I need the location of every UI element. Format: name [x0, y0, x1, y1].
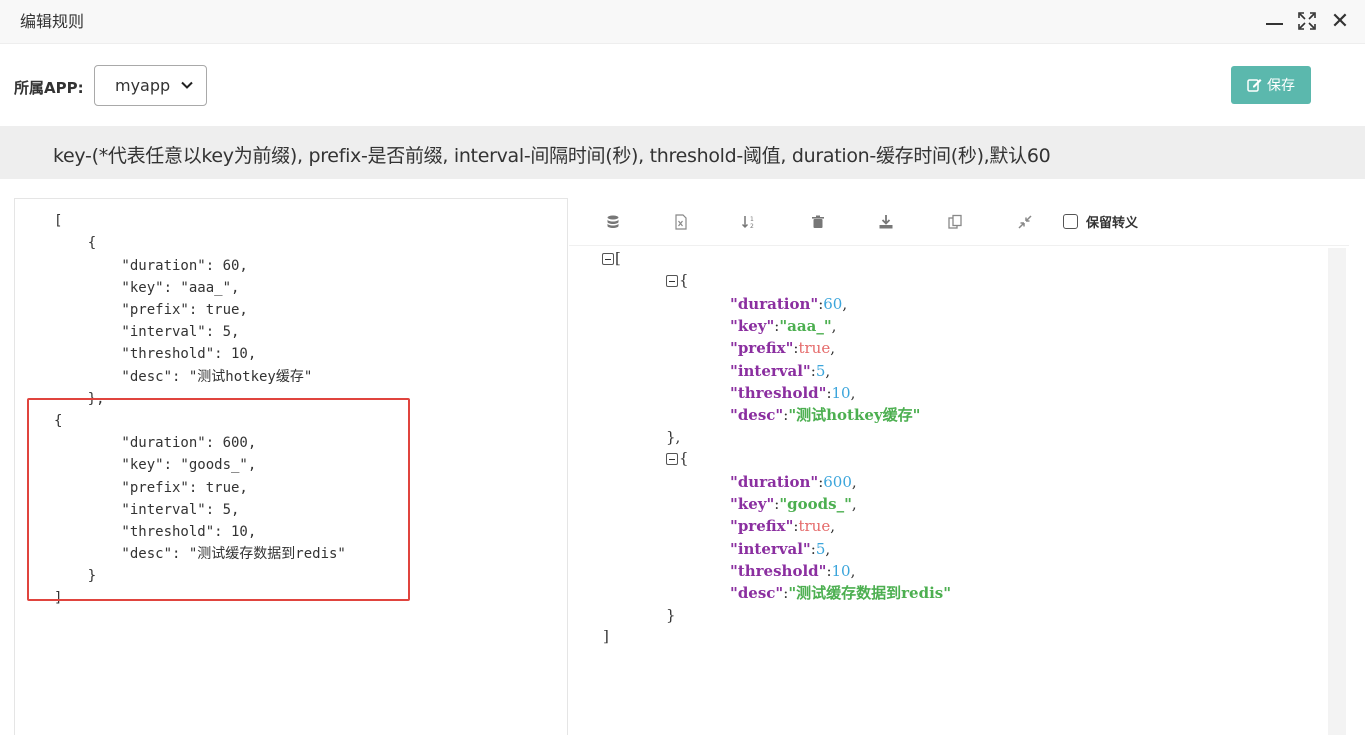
json-value: "测试缓存数据到redis" [788, 584, 952, 602]
json-value: 10 [831, 383, 851, 402]
download-icon[interactable] [878, 214, 894, 230]
json-value: "测试hotkey缓存" [788, 406, 921, 424]
json-value: 10 [831, 561, 851, 580]
json-entry: "prefix":true, [730, 517, 836, 536]
json-entry: "interval":5, [730, 539, 831, 558]
json-entry: "desc":"测试hotkey缓存" [730, 406, 921, 424]
json-value: 5 [815, 361, 826, 380]
json-value: 600 [823, 473, 852, 491]
keep-escape-checkbox[interactable]: 保留转义 [1063, 212, 1138, 231]
help-text: key-(*代表任意以key为前缀), prefix-是否前缀, interva… [53, 145, 1051, 167]
editor-line: "threshold": 10, [54, 524, 257, 540]
database-icon[interactable] [605, 214, 621, 230]
svg-text:1: 1 [750, 216, 754, 223]
json-value: 5 [815, 539, 826, 558]
json-entry: "prefix":true, [730, 339, 836, 358]
app-select[interactable]: myapp [94, 65, 207, 106]
editor-line: }, [54, 391, 105, 407]
editor-line: "duration": 600, [54, 435, 257, 451]
json-key: "duration" [730, 295, 819, 313]
json-entry: "interval":5, [730, 361, 831, 380]
json-entry: "key":"aaa_", [730, 317, 837, 336]
editor-line: "prefix": true, [54, 302, 248, 318]
dialog-title-bar: 编辑规则 ✕ [0, 0, 1365, 44]
json-key: "key" [730, 317, 775, 336]
app-label: 所属APP: [14, 79, 84, 97]
json-key: "interval" [730, 539, 811, 558]
json-open-bracket: [ [615, 249, 621, 267]
save-button[interactable]: 保存 [1231, 66, 1311, 104]
collapse-toggle-root[interactable] [602, 253, 614, 265]
json-key: "duration" [730, 473, 819, 491]
json-entry: "desc":"测试缓存数据到redis" [730, 584, 952, 602]
keep-escape-label: 保留转义 [1086, 216, 1139, 231]
editor-line: "prefix": true, [54, 480, 248, 496]
editor-line: [ [54, 213, 63, 229]
viewer-toolbar: 12 [569, 200, 1349, 246]
json-object-close: }, [666, 428, 681, 446]
svg-text:2: 2 [750, 223, 754, 230]
excel-icon[interactable] [673, 214, 689, 230]
save-button-label: 保存 [1267, 78, 1295, 94]
editor-line: { [54, 235, 97, 251]
copy-icon[interactable] [947, 214, 963, 230]
editor-line: "desc": "测试hotkey缓存" [54, 369, 313, 385]
minimize-icon[interactable] [1262, 9, 1286, 33]
editor-line: ] [54, 590, 63, 606]
json-key: "prefix" [730, 517, 794, 536]
json-entry: "threshold":10, [730, 561, 856, 580]
checkbox-box[interactable] [1063, 214, 1078, 229]
editor-line: "interval": 5, [54, 502, 240, 518]
json-value: true [798, 339, 831, 358]
json-key: "threshold" [730, 561, 827, 580]
editor-line: "key": "aaa_", [54, 280, 240, 296]
json-entry: "key":"goods_", [730, 495, 857, 514]
json-key: "interval" [730, 361, 811, 380]
json-object-open: { [679, 271, 689, 289]
dialog-title: 编辑规则 [20, 12, 85, 31]
json-object-close: } [666, 606, 676, 624]
json-key: "desc" [730, 584, 784, 602]
json-entry: "duration":600, [730, 473, 857, 491]
trash-icon[interactable] [810, 214, 826, 230]
editor-line: "desc": "测试缓存数据到redis" [54, 546, 346, 562]
compress-icon[interactable] [1017, 214, 1033, 230]
editor-line: } [54, 568, 97, 584]
json-key: "desc" [730, 406, 784, 424]
collapse-toggle-object[interactable] [666, 453, 678, 465]
json-value: "goods_" [779, 495, 852, 514]
editor-line: { [54, 413, 63, 429]
json-key: "key" [730, 495, 775, 514]
editor-line: "duration": 60, [54, 258, 248, 274]
json-value: "aaa_" [779, 317, 832, 336]
help-bar: key-(*代表任意以key为前缀), prefix-是否前缀, interva… [0, 126, 1365, 179]
editor-line: "key": "goods_", [54, 457, 257, 473]
app-select-value: myapp [115, 76, 171, 95]
json-value: 60 [823, 295, 843, 313]
json-value: true [798, 517, 831, 536]
json-entry: "duration":60, [730, 295, 848, 313]
json-close-bracket: ] [603, 627, 609, 645]
collapse-toggle-object[interactable] [666, 275, 678, 287]
edit-icon [1247, 79, 1262, 92]
json-object-open: { [679, 449, 689, 467]
sort-icon[interactable]: 12 [741, 214, 757, 230]
maximize-icon[interactable] [1295, 9, 1319, 33]
editor-line: "threshold": 10, [54, 346, 257, 362]
chevron-down-icon [181, 81, 193, 89]
close-icon[interactable]: ✕ [1328, 9, 1352, 34]
json-key: "prefix" [730, 339, 794, 358]
json-entry: "threshold":10, [730, 383, 856, 402]
json-key: "threshold" [730, 383, 827, 402]
viewer-scrollbar[interactable] [1328, 248, 1346, 735]
editor-line: "interval": 5, [54, 324, 240, 340]
